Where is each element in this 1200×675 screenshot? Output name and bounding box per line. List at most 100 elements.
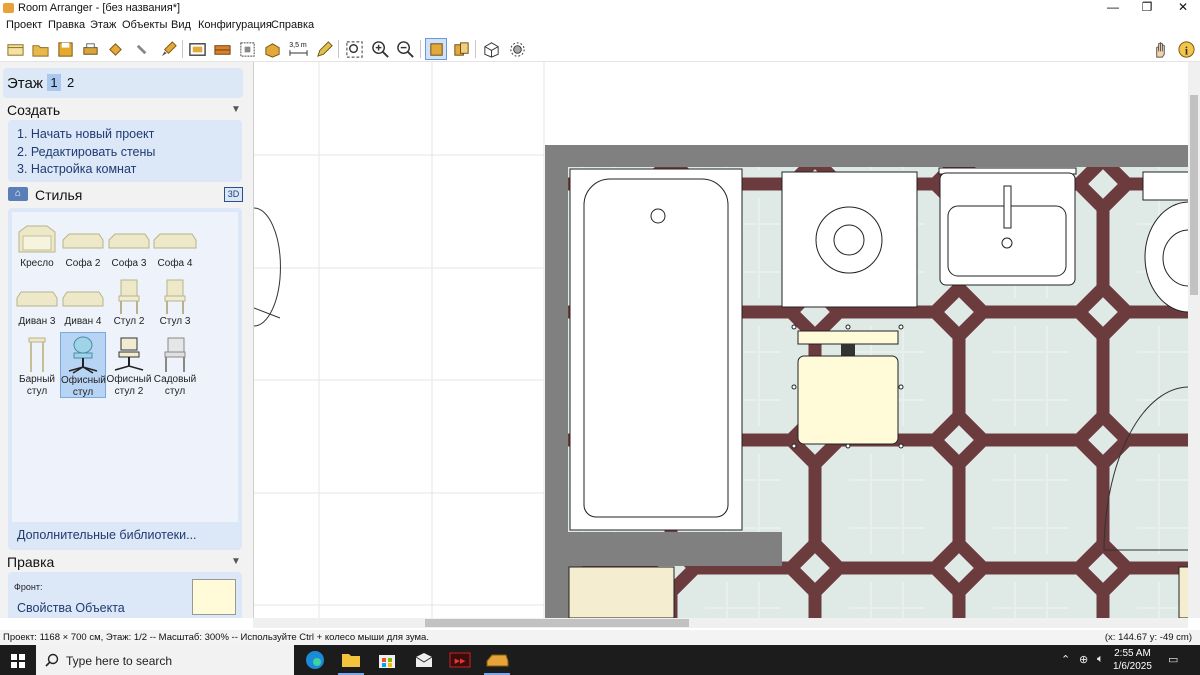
edit-walls-link[interactable]: 2. Редактировать стены bbox=[17, 145, 155, 159]
menu-objects[interactable]: Объекты bbox=[122, 19, 167, 31]
room-settings-link[interactable]: 3. Настройка комнат bbox=[17, 162, 136, 176]
hand-icon[interactable] bbox=[1149, 38, 1171, 60]
toolbar-separator bbox=[420, 40, 421, 58]
styles-title[interactable]: Стилья bbox=[35, 187, 82, 203]
library-item-label: Стул 3 bbox=[159, 316, 191, 327]
washbasin[interactable] bbox=[938, 167, 1077, 286]
tray-chevron-icon[interactable]: ⌃ bbox=[1061, 653, 1070, 666]
save-icon[interactable] bbox=[54, 38, 76, 60]
bricks-icon[interactable] bbox=[211, 38, 233, 60]
windows-start-icon[interactable] bbox=[11, 654, 25, 668]
horizontal-scrollbar[interactable] bbox=[253, 618, 1188, 628]
bathtub[interactable] bbox=[569, 168, 743, 531]
edge-icon[interactable] bbox=[302, 649, 328, 671]
front-label: Фронт: bbox=[14, 582, 43, 592]
menu-view[interactable]: Вид bbox=[171, 19, 191, 31]
object-properties-link[interactable]: Свойства Объекта bbox=[17, 601, 125, 615]
zoom-fit-icon[interactable] bbox=[343, 38, 365, 60]
library-item-label: Софа 2 bbox=[65, 258, 101, 269]
paint-icon[interactable] bbox=[157, 38, 179, 60]
print-icon[interactable] bbox=[79, 38, 101, 60]
library-item-chair-3[interactable]: Стул 3 bbox=[152, 274, 198, 340]
volume-icon[interactable]: 🔈︎ bbox=[1097, 653, 1104, 666]
toolbar-separator bbox=[338, 40, 339, 58]
redo-icon[interactable] bbox=[131, 38, 153, 60]
walls-icon[interactable] bbox=[186, 38, 208, 60]
file-explorer-icon[interactable] bbox=[338, 649, 364, 675]
floor-tab-1[interactable]: 1 bbox=[47, 74, 61, 91]
zoom-in-icon[interactable] bbox=[369, 38, 391, 60]
pencil-icon[interactable] bbox=[313, 38, 335, 60]
scrollbar-thumb[interactable] bbox=[425, 619, 689, 627]
inner-wall bbox=[568, 532, 782, 566]
library-item-sofa-3[interactable]: Софа 3 bbox=[106, 216, 152, 282]
cabinet[interactable] bbox=[1178, 566, 1188, 618]
3d-button[interactable]: 3D bbox=[224, 187, 243, 202]
floor-plan-icon[interactable] bbox=[236, 38, 258, 60]
edit-panel: Фронт: Свойства Объекта bbox=[8, 572, 242, 618]
undo-icon[interactable] bbox=[104, 38, 126, 60]
library-item-couch-4[interactable]: Диван 4 bbox=[60, 274, 106, 340]
library-item-chair-2[interactable]: Стул 2 bbox=[106, 274, 152, 340]
floor-tab-2[interactable]: 2 bbox=[67, 74, 74, 91]
notifications-icon[interactable]: ▭ bbox=[1168, 653, 1178, 666]
vertical-scrollbar[interactable] bbox=[1188, 62, 1200, 618]
search-placeholder: Type here to search bbox=[66, 654, 173, 668]
info-icon[interactable]: i bbox=[1175, 38, 1197, 60]
library-item-office-chair[interactable]: Офисный стул bbox=[60, 332, 106, 398]
create-new-project-link[interactable]: 1. Начать новый проект bbox=[17, 127, 154, 141]
menu-floor[interactable]: Этаж bbox=[90, 19, 116, 31]
menu-help[interactable]: Справка bbox=[271, 19, 314, 31]
menu-configuration[interactable]: Конфигурация bbox=[198, 19, 272, 31]
library-item-garden-chair[interactable]: Садовый стул bbox=[152, 332, 198, 398]
edit-section-title[interactable]: Правка bbox=[7, 554, 54, 570]
grid bbox=[254, 62, 545, 618]
square-sink[interactable] bbox=[781, 171, 918, 308]
settings-icon[interactable] bbox=[506, 38, 528, 60]
scrollbar-thumb[interactable] bbox=[1190, 95, 1198, 295]
3d-box-icon[interactable] bbox=[480, 38, 502, 60]
library-item-couch-3[interactable]: Диван 3 bbox=[14, 274, 60, 340]
media-app-icon[interactable]: ▶▶ bbox=[447, 649, 473, 671]
library-item-label: Кресло bbox=[20, 258, 54, 269]
title-bar: Room Arranger - [без названия*] — ❐ ✕ bbox=[0, 0, 1200, 17]
home-icon[interactable]: ⌂ bbox=[8, 187, 28, 201]
view-3d-icon[interactable] bbox=[450, 38, 472, 60]
new-project-icon[interactable] bbox=[4, 38, 26, 60]
office-chair-icon bbox=[61, 335, 105, 375]
drawing-canvas[interactable] bbox=[253, 62, 1188, 618]
maximize-button[interactable]: ❐ bbox=[1132, 0, 1162, 17]
cabinet[interactable] bbox=[568, 566, 675, 618]
network-icon[interactable]: ⊕ bbox=[1079, 653, 1088, 666]
library-item-label: Офисный стул 2 bbox=[106, 374, 152, 397]
collapse-arrow-icon[interactable]: ▼ bbox=[231, 104, 241, 115]
library-item-sofa-4[interactable]: Софа 4 bbox=[152, 216, 198, 282]
menu-project[interactable]: Проект bbox=[6, 19, 42, 31]
sofa-icon bbox=[61, 218, 105, 258]
taskbar-clock[interactable]: 2:55 AM 1/6/2025 bbox=[1113, 647, 1152, 673]
floor-plan[interactable] bbox=[254, 62, 1188, 618]
store-icon[interactable] bbox=[374, 649, 400, 671]
mail-icon[interactable] bbox=[411, 649, 437, 671]
menu-edit[interactable]: Правка bbox=[48, 19, 85, 31]
collapse-arrow-icon[interactable]: ▼ bbox=[231, 556, 241, 567]
library-item-bar-stool[interactable]: Барный стул bbox=[14, 332, 60, 398]
library-item-office-chair-2[interactable]: Офисный стул 2 bbox=[106, 332, 152, 398]
front-color-swatch[interactable] bbox=[192, 579, 236, 615]
open-icon[interactable] bbox=[29, 38, 51, 60]
minimize-button[interactable]: — bbox=[1098, 0, 1128, 17]
objects-icon[interactable] bbox=[261, 38, 283, 60]
measure-icon[interactable]: 3,5 m bbox=[287, 38, 309, 60]
toolbar-separator bbox=[475, 40, 476, 58]
more-libraries-link[interactable]: Дополнительные библиотеки... bbox=[17, 528, 197, 542]
room-arranger-icon[interactable] bbox=[484, 649, 510, 675]
zoom-out-icon[interactable] bbox=[394, 38, 416, 60]
armchair-icon bbox=[15, 218, 59, 258]
selected-office-chair[interactable] bbox=[791, 324, 904, 449]
library-item-armchair[interactable]: Кресло bbox=[14, 216, 60, 282]
close-button[interactable]: ✕ bbox=[1168, 0, 1198, 17]
create-section-title[interactable]: Создать bbox=[7, 102, 60, 118]
library-item-sofa-2[interactable]: Софа 2 bbox=[60, 216, 106, 282]
taskbar-search[interactable]: Type here to search bbox=[36, 645, 294, 675]
view-2d-icon[interactable] bbox=[425, 38, 447, 60]
